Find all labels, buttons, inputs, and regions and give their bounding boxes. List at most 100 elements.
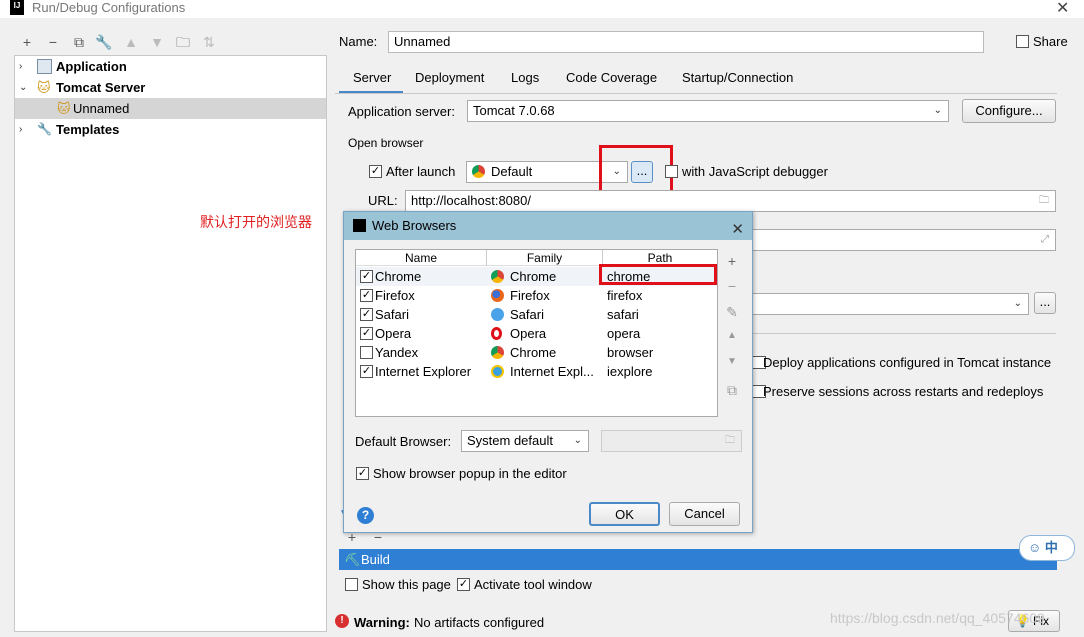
tab-divider xyxy=(335,93,1057,94)
app-server-select[interactable]: Tomcat 7.0.68 ⌄ xyxy=(467,100,949,122)
browser-path[interactable]: safari xyxy=(607,305,639,324)
move-down-icon[interactable]: ▼ xyxy=(724,356,740,372)
column-header-family[interactable]: Family xyxy=(487,250,603,266)
copy-icon[interactable]: ⧉ xyxy=(724,382,740,398)
copy-icon[interactable]: ⧉ xyxy=(69,33,89,51)
annotation-text: 默认打开的浏览器 xyxy=(200,214,312,230)
default-browser-select[interactable]: System default ⌄ xyxy=(461,430,589,452)
sort-icon[interactable]: ⇅ xyxy=(199,33,219,51)
share-checkbox[interactable] xyxy=(1016,35,1029,48)
move-up-icon[interactable]: ▲ xyxy=(121,33,141,51)
browse-browsers-button[interactable]: ... xyxy=(631,161,653,183)
chrome-icon xyxy=(472,165,485,178)
chevron-down-icon: ⌄ xyxy=(933,105,942,116)
section-divider xyxy=(348,143,1057,144)
expand-icon: ⤢ xyxy=(1041,234,1049,245)
edit-icon[interactable]: ✎ xyxy=(724,304,740,320)
tree-item-label: Unnamed xyxy=(73,101,130,116)
close-icon[interactable]: ✕ xyxy=(731,216,744,244)
browser-family: Safari xyxy=(510,307,544,322)
browser-family: Firefox xyxy=(510,288,550,303)
preserve-label: Preserve sessions across restarts and re… xyxy=(763,384,1044,399)
add-icon[interactable]: + xyxy=(17,33,37,51)
jre-browse-button[interactable]: ... xyxy=(1034,292,1056,314)
remove-icon[interactable]: − xyxy=(43,33,63,51)
chevron-down-icon[interactable]: ⌄ xyxy=(19,77,27,98)
intellij-logo-icon: IJ xyxy=(10,0,24,15)
browser-path[interactable]: opera xyxy=(607,324,640,343)
share-label: Share xyxy=(1033,34,1068,49)
before-launch-build[interactable]: ⛏ Build xyxy=(339,549,1057,570)
move-up-icon[interactable]: ▲ xyxy=(724,330,740,346)
chrome-icon xyxy=(491,270,504,283)
tree-item-unnamed[interactable]: 🐱 Unnamed xyxy=(15,98,326,119)
browser-path-input[interactable]: 🗀 xyxy=(601,430,742,452)
default-browser-label: Default Browser: xyxy=(355,434,452,449)
show-popup-label: Show browser popup in the editor xyxy=(373,466,567,481)
folder-icon: 🗀 xyxy=(725,435,735,446)
chevron-right-icon[interactable]: › xyxy=(19,119,22,140)
browser-enabled-checkbox[interactable]: ✓ xyxy=(360,365,373,378)
tree-item-label: Templates xyxy=(56,122,120,137)
tab-code-coverage[interactable]: Code Coverage xyxy=(566,70,657,94)
js-debugger-label: with JavaScript debugger xyxy=(682,164,828,179)
after-launch-checkbox[interactable]: ✓ xyxy=(369,165,382,178)
tree-item-application[interactable]: › Application xyxy=(15,56,326,77)
browser-enabled-checkbox[interactable]: ✓ xyxy=(360,270,373,283)
browser-enabled-checkbox[interactable]: ✓ xyxy=(360,327,373,340)
browser-enabled-checkbox[interactable] xyxy=(360,346,373,359)
wrench-icon[interactable]: 🔧 xyxy=(94,33,114,51)
jre-select[interactable]: ⌄ xyxy=(750,293,1029,315)
remove-icon[interactable]: − xyxy=(724,278,740,294)
chevron-right-icon[interactable]: › xyxy=(19,56,22,77)
deploy-label: Deploy applications configured in Tomcat… xyxy=(763,355,1052,370)
browser-path[interactable]: browser xyxy=(607,343,653,362)
tree-item-tomcat-server[interactable]: ⌄ 🐱 Tomcat Server xyxy=(15,77,326,98)
warning-title: Warning: xyxy=(354,615,410,630)
browser-path[interactable]: iexplore xyxy=(607,362,653,381)
name-input[interactable]: Unnamed xyxy=(388,31,984,53)
js-debugger-checkbox[interactable] xyxy=(665,165,678,178)
add-icon[interactable]: + xyxy=(724,253,740,269)
move-down-icon[interactable]: ▼ xyxy=(147,33,167,51)
tab-startup-connection[interactable]: Startup/Connection xyxy=(682,70,793,94)
column-header-name[interactable]: Name xyxy=(356,250,487,266)
browser-name: Firefox xyxy=(375,288,415,303)
browser-name: Yandex xyxy=(375,345,419,360)
url-input[interactable]: http://localhost:8080/ 🗀 xyxy=(405,190,1056,212)
activate-tool-window-checkbox[interactable]: ✓ xyxy=(457,578,470,591)
table-row[interactable]: ✓ Firefox Firefox firefox xyxy=(356,286,717,305)
opera-icon xyxy=(491,327,502,340)
ime-indicator[interactable]: ☺ 中 xyxy=(1019,535,1075,561)
vm-options-input[interactable]: ⤢ xyxy=(750,229,1056,251)
tree-item-label: Tomcat Server xyxy=(56,80,146,95)
activate-tool-window-label: Activate tool window xyxy=(474,577,592,592)
show-popup-checkbox[interactable]: ✓ xyxy=(356,467,369,480)
tree-item-templates[interactable]: › 🔧 Templates xyxy=(15,119,326,140)
browser-family: Opera xyxy=(510,326,547,341)
show-page-checkbox[interactable] xyxy=(345,578,358,591)
tab-deployment[interactable]: Deployment xyxy=(415,70,484,94)
configure-button[interactable]: Configure... xyxy=(962,99,1056,123)
app-server-value: Tomcat 7.0.68 xyxy=(473,103,555,118)
close-icon[interactable]: ✕ xyxy=(1056,0,1069,18)
table-row[interactable]: Yandex Chrome browser xyxy=(356,343,717,362)
cancel-button[interactable]: Cancel xyxy=(669,502,740,526)
browser-enabled-checkbox[interactable]: ✓ xyxy=(360,308,373,321)
browser-family: Chrome xyxy=(510,269,557,284)
table-row[interactable]: ✓ Safari Safari safari xyxy=(356,305,717,324)
firefox-icon xyxy=(491,289,504,302)
browser-name: Safari xyxy=(375,307,409,322)
tab-logs[interactable]: Logs xyxy=(511,70,539,94)
browser-enabled-checkbox[interactable]: ✓ xyxy=(360,289,373,302)
folder-icon: 🗀 xyxy=(1039,195,1049,206)
table-row[interactable]: ✓ Opera Opera opera xyxy=(356,324,717,343)
browser-path[interactable]: firefox xyxy=(607,286,642,305)
help-icon[interactable]: ? xyxy=(357,507,374,524)
folder-icon[interactable]: 🗀 xyxy=(173,33,193,51)
build-label: Build xyxy=(361,552,390,567)
table-row[interactable]: ✓ Internet Explorer Internet Expl... iex… xyxy=(356,362,717,381)
browser-name: Chrome xyxy=(375,269,422,284)
ie-icon xyxy=(491,365,504,378)
ok-button[interactable]: OK xyxy=(589,502,660,526)
